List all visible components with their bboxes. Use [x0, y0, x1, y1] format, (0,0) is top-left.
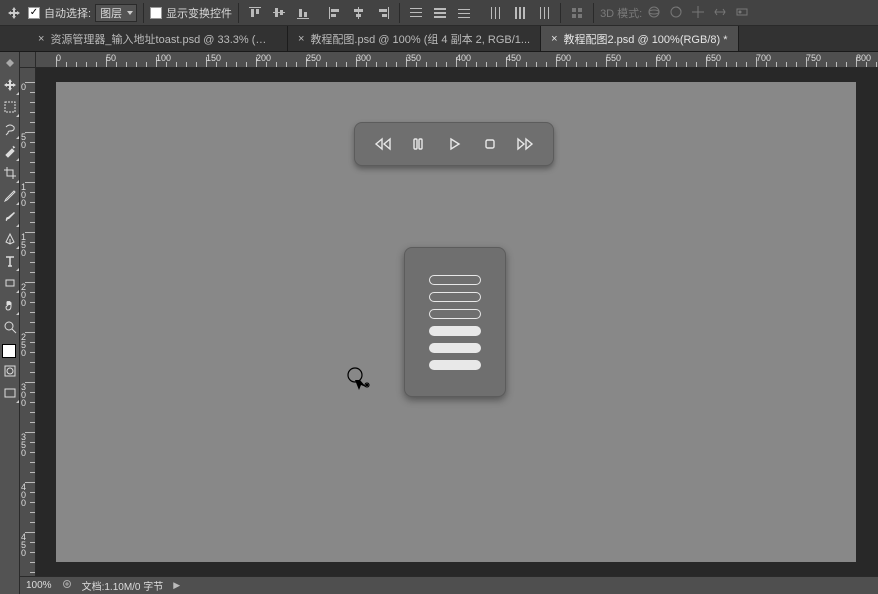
3d-roll-icon[interactable]: [668, 4, 686, 22]
pause-icon[interactable]: [407, 133, 429, 155]
color-swatch[interactable]: [0, 342, 19, 360]
list-bar: [429, 292, 481, 302]
close-tab-icon[interactable]: ×: [38, 33, 44, 45]
fast-forward-icon[interactable]: [514, 133, 536, 155]
status-expand-icon[interactable]: [62, 579, 72, 592]
type-tool[interactable]: [0, 250, 20, 272]
screen-mode-icon[interactable]: [0, 382, 20, 404]
list-bar: [429, 275, 481, 285]
list-bar: [429, 309, 481, 319]
status-bar: 100% 文档:1.10M/0 字节 ▶: [20, 576, 878, 594]
align-top-edges-icon[interactable]: [245, 3, 265, 23]
3d-mode-icons: [646, 4, 752, 22]
divider: [399, 3, 400, 23]
document-tab[interactable]: × 教程配图2.psd @ 100%(RGB/8) *: [541, 26, 738, 51]
distribute-left-icon[interactable]: [486, 3, 506, 23]
distribute-bottom-icon[interactable]: [454, 3, 474, 23]
document-tabs: × 资源管理器_输入地址toast.psd @ 33.3% (组 25, RG.…: [0, 26, 878, 52]
tab-title: 资源管理器_输入地址toast.psd @ 33.3% (组 25, RG...: [50, 31, 277, 47]
list-widget: [404, 247, 506, 397]
align-vcenter-icon[interactable]: [269, 3, 289, 23]
lasso-tool[interactable]: [0, 118, 20, 140]
show-transform-checkbox[interactable]: [150, 7, 162, 19]
tool-panel: [0, 52, 20, 594]
document-tab[interactable]: × 教程配图.psd @ 100% (组 4 副本 2, RGB/1...: [288, 26, 541, 51]
zoom-level[interactable]: 100%: [26, 580, 52, 591]
move-cursor-icon: [346, 366, 374, 397]
3d-pan-icon[interactable]: [690, 4, 708, 22]
move-tool-hint-icon: [4, 3, 24, 23]
horizontal-ruler[interactable]: 0501001502002503003504004505005506006507…: [36, 52, 878, 68]
list-bar: [429, 326, 481, 336]
eyedropper-tool[interactable]: [0, 184, 20, 206]
quick-mask-icon[interactable]: [0, 360, 20, 382]
canvas-viewport[interactable]: [36, 68, 874, 576]
document-area: 0501001502002503003504004505005506006507…: [20, 52, 878, 576]
auto-select-mode-select[interactable]: 图层: [95, 4, 137, 22]
auto-select-label: 自动选择:: [44, 5, 91, 21]
list-bar: [429, 343, 481, 353]
media-control-widget: [354, 122, 554, 166]
divider: [143, 3, 144, 23]
rewind-icon[interactable]: [372, 133, 394, 155]
align-left-edges-icon[interactable]: [325, 3, 345, 23]
brush-tool[interactable]: [0, 206, 20, 228]
auto-select-checkbox[interactable]: [28, 7, 40, 19]
stop-icon[interactable]: [479, 133, 501, 155]
document-tab[interactable]: × 资源管理器_输入地址toast.psd @ 33.3% (组 25, RG.…: [28, 26, 288, 51]
3d-mode-label: 3D 模式:: [600, 5, 642, 21]
auto-align-icon[interactable]: [567, 3, 587, 23]
chevron-right-icon[interactable]: ▶: [173, 580, 180, 591]
distribute-right-icon[interactable]: [534, 3, 554, 23]
distribute-hcenter-icon[interactable]: [510, 3, 530, 23]
tab-title: 教程配图.psd @ 100% (组 4 副本 2, RGB/1...: [310, 31, 530, 47]
distribute-top-icon[interactable]: [406, 3, 426, 23]
close-tab-icon[interactable]: ×: [298, 33, 304, 45]
doc-info: 文档:1.10M/0 字节: [82, 578, 164, 593]
3d-slide-icon[interactable]: [712, 4, 730, 22]
3d-orbit-icon[interactable]: [646, 4, 664, 22]
expand-handle-icon[interactable]: [0, 52, 20, 74]
pen-tool[interactable]: [0, 228, 20, 250]
divider: [238, 3, 239, 23]
distribute-vcenter-icon[interactable]: [430, 3, 450, 23]
options-bar: 自动选择: 图层 显示变换控件 3D 模式:: [0, 0, 878, 26]
show-transform-label: 显示变换控件: [166, 5, 232, 21]
close-tab-icon[interactable]: ×: [551, 33, 557, 45]
align-right-edges-icon[interactable]: [373, 3, 393, 23]
wand-tool[interactable]: [0, 140, 20, 162]
divider: [560, 3, 561, 23]
align-hcenter-icon[interactable]: [349, 3, 369, 23]
zoom-tool[interactable]: [0, 316, 20, 338]
3d-scale-icon[interactable]: [734, 4, 752, 22]
move-tool[interactable]: [0, 74, 20, 96]
crop-tool[interactable]: [0, 162, 20, 184]
tab-title: 教程配图2.psd @ 100%(RGB/8) *: [564, 31, 728, 47]
divider: [593, 3, 594, 23]
marquee-tool[interactable]: [0, 96, 20, 118]
list-bar: [429, 360, 481, 370]
ruler-origin[interactable]: [20, 52, 36, 68]
vertical-ruler[interactable]: 050100150200250300350400450: [20, 68, 36, 576]
align-bottom-edges-icon[interactable]: [293, 3, 313, 23]
rectangle-tool[interactable]: [0, 272, 20, 294]
canvas[interactable]: [56, 82, 856, 562]
hand-tool[interactable]: [0, 294, 20, 316]
play-icon[interactable]: [443, 133, 465, 155]
